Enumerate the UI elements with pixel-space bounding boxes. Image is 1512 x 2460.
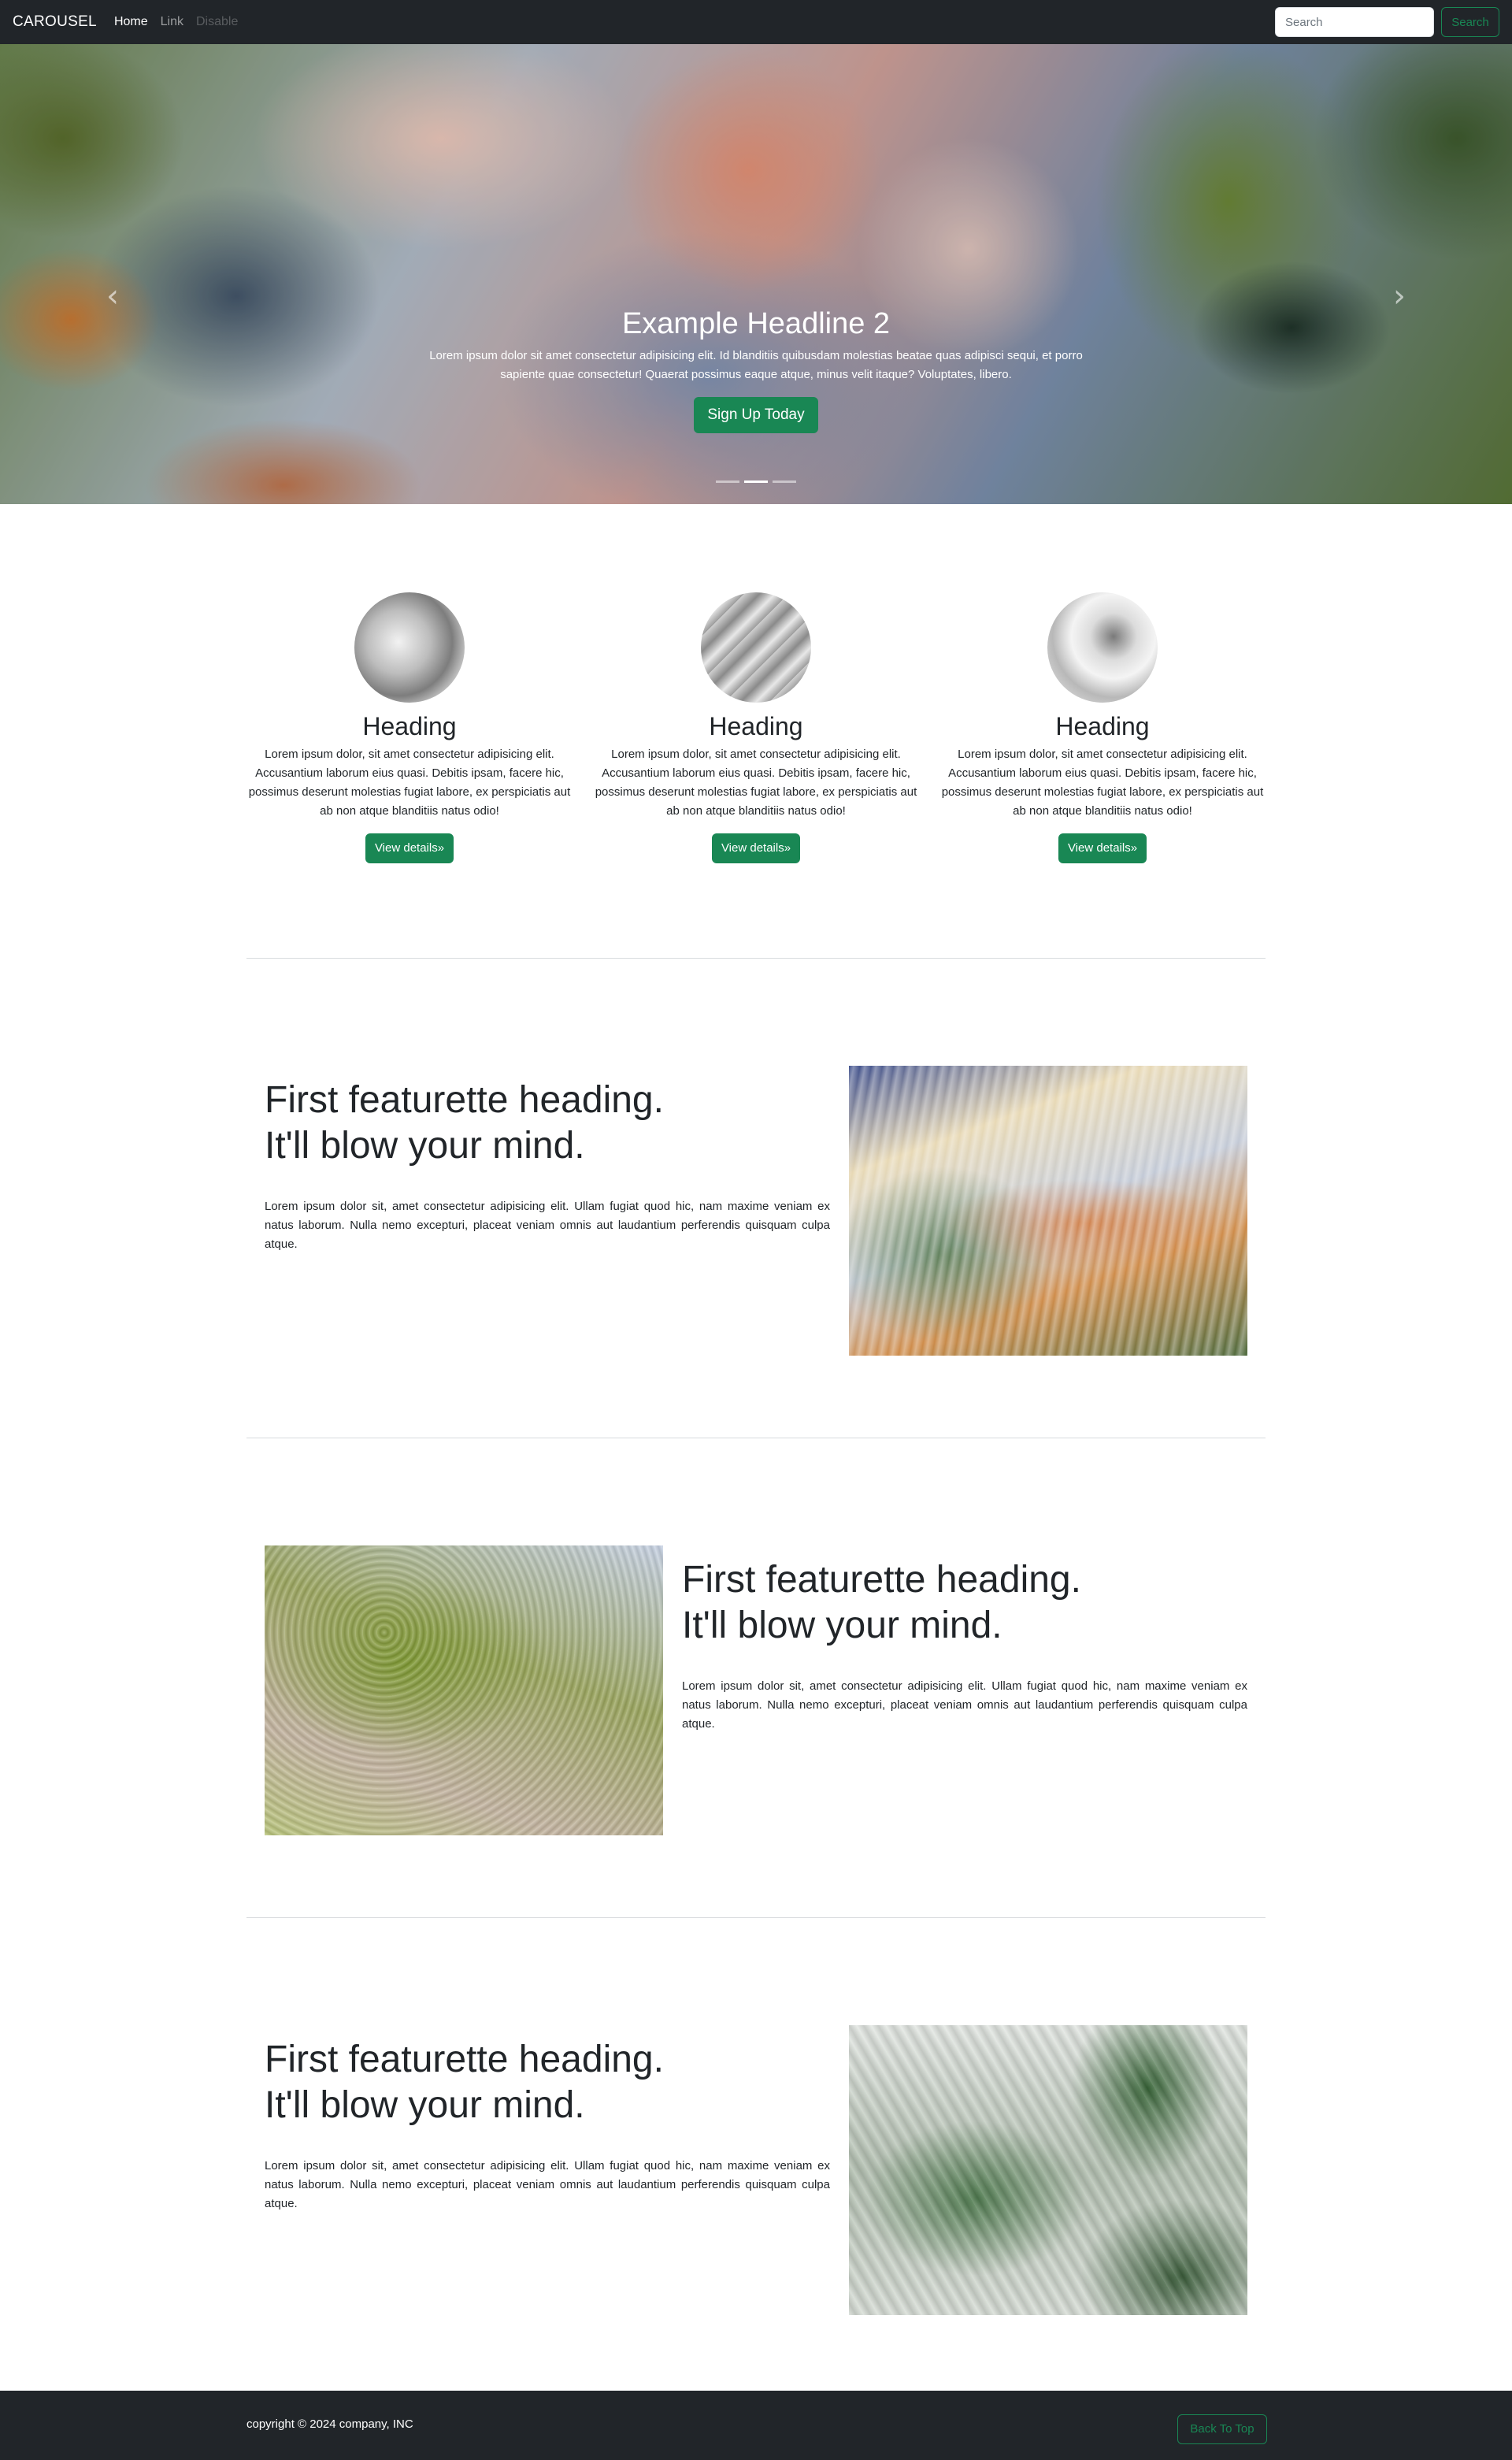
featurette-divider — [246, 958, 1266, 959]
view-details-button[interactable]: View details» — [1058, 833, 1147, 863]
marketing-column: Heading Lorem ipsum dolor, sit amet cons… — [246, 592, 573, 863]
column-image — [701, 592, 811, 703]
carousel-slide-overlay — [0, 44, 1512, 504]
featurette-image — [265, 1545, 663, 1835]
column-image — [354, 592, 465, 703]
featurette-divider — [246, 1917, 1266, 1918]
column-heading: Heading — [709, 712, 803, 740]
footer: copyright © 2024 company, INC Back To To… — [0, 2391, 1512, 2460]
view-details-button[interactable]: View details» — [365, 833, 454, 863]
search-form: Search — [1275, 7, 1499, 37]
carousel-indicator-3[interactable] — [773, 480, 796, 483]
featurette-heading-main: First featurette heading. — [265, 2039, 664, 2080]
nav-link-disabled: Disable — [195, 15, 239, 28]
view-details-button[interactable]: View details» — [711, 833, 801, 863]
featurette-text: First featurette heading. It'll blow you… — [265, 2037, 830, 2213]
featurette-body: Lorem ipsum dolor sit, amet consectetur … — [265, 1200, 830, 1251]
search-input[interactable] — [1275, 7, 1434, 37]
featurette-heading: First featurette heading. It'll blow you… — [682, 1557, 1247, 1649]
carousel-indicator-2[interactable] — [744, 480, 768, 483]
featurette-text: First featurette heading. It'll blow you… — [265, 1078, 830, 1254]
featurette-heading-sub: It'll blow your mind. — [265, 2084, 585, 2126]
carousel-caption: Example Headline 2 Lorem ipsum dolor sit… — [0, 306, 1512, 433]
carousel-headline: Example Headline 2 — [621, 307, 891, 340]
column-heading: Heading — [1055, 712, 1150, 740]
carousel-indicators — [0, 480, 1512, 483]
carousel-indicator-1[interactable] — [716, 480, 739, 483]
back-to-top-button[interactable]: Back To Top — [1177, 2414, 1267, 2444]
column-text: Lorem ipsum dolor, sit amet consectetur … — [595, 748, 917, 818]
search-button[interactable]: Search — [1441, 7, 1499, 37]
featurette-body: Lorem ipsum dolor sit, amet consectetur … — [682, 1679, 1247, 1731]
nav-link-home[interactable]: Home — [114, 15, 148, 29]
column-heading: Heading — [362, 712, 457, 740]
featurette-heading-sub: It'll blow your mind. — [265, 1125, 585, 1167]
navbar: CAROUSEL Home Link Disable Search — [0, 0, 1512, 44]
hero-carousel: ‹ › Example Headline 2 Lorem ipsum dolor… — [0, 44, 1512, 504]
featurette-heading: First featurette heading. It'll blow you… — [265, 1078, 830, 1169]
brand-logo[interactable]: CAROUSEL — [13, 13, 97, 31]
copyright-text: copyright © 2024 company, INC — [246, 2417, 413, 2431]
column-text: Lorem ipsum dolor, sit amet consectetur … — [248, 748, 571, 818]
nav-link-link[interactable]: Link — [161, 15, 183, 29]
featurette-image — [849, 1066, 1247, 1356]
carousel-text: Lorem ipsum dolor sit amet consectetur a… — [429, 349, 1083, 381]
featurette-text: First featurette heading. It'll blow you… — [682, 1557, 1247, 1734]
column-text: Lorem ipsum dolor, sit amet consectetur … — [941, 748, 1264, 818]
featurette-image — [849, 2025, 1247, 2315]
featurette-heading-main: First featurette heading. — [682, 1559, 1081, 1601]
sign-up-button[interactable]: Sign Up Today — [694, 397, 818, 433]
featurette-body: Lorem ipsum dolor sit, amet consectetur … — [265, 2159, 830, 2210]
column-image — [1047, 592, 1158, 703]
featurette-heading-sub: It'll blow your mind. — [682, 1605, 1002, 1646]
marketing-column: Heading Lorem ipsum dolor, sit amet cons… — [593, 592, 919, 863]
featurette-heading: First featurette heading. It'll blow you… — [265, 2037, 830, 2128]
marketing-column: Heading Lorem ipsum dolor, sit amet cons… — [939, 592, 1266, 863]
featurette-heading-main: First featurette heading. — [265, 1079, 664, 1121]
